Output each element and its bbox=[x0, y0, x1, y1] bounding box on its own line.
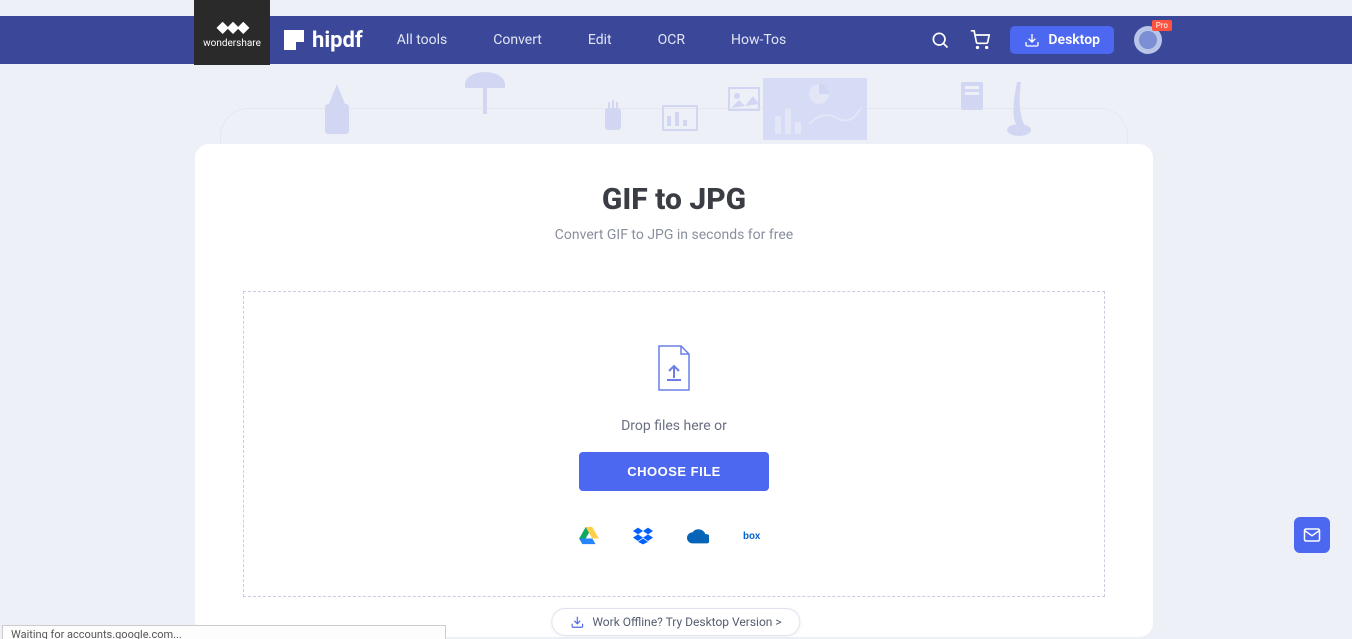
search-icon[interactable] bbox=[930, 30, 950, 50]
hipdf-mark-icon bbox=[284, 30, 304, 50]
offline-cta-pill[interactable]: Work Offline? Try Desktop Version > bbox=[551, 608, 800, 636]
nav-ocr[interactable]: OCR bbox=[658, 32, 685, 48]
pro-badge: Pro bbox=[1152, 20, 1172, 31]
wondershare-mark-icon: ◆◆◆ bbox=[217, 17, 248, 36]
nav-convert[interactable]: Convert bbox=[493, 32, 542, 48]
user-avatar[interactable]: Pro bbox=[1134, 26, 1162, 54]
offline-cta-text: Work Offline? Try Desktop Version > bbox=[592, 615, 781, 629]
mail-icon bbox=[1303, 526, 1321, 544]
wondershare-logo[interactable]: ◆◆◆ wondershare bbox=[194, 0, 270, 65]
hipdf-logo[interactable]: hipdf bbox=[284, 28, 363, 53]
dropbox-icon[interactable] bbox=[633, 527, 653, 545]
box-icon[interactable]: box bbox=[743, 529, 769, 543]
choose-file-button[interactable]: CHOOSE FILE bbox=[579, 452, 769, 491]
upload-file-icon bbox=[655, 344, 693, 396]
page-title: GIF to JPG bbox=[243, 182, 1105, 217]
decorative-curve bbox=[220, 108, 1128, 148]
google-drive-icon[interactable] bbox=[579, 527, 599, 545]
onedrive-icon[interactable] bbox=[687, 528, 709, 544]
drop-hint-text: Drop files here or bbox=[621, 418, 727, 434]
nav-howtos[interactable]: How-Tos bbox=[731, 32, 786, 48]
browser-status-bar: Waiting for accounts.google.com... bbox=[2, 625, 446, 639]
nav-all-tools[interactable]: All tools bbox=[397, 32, 447, 48]
feedback-button[interactable] bbox=[1294, 517, 1330, 553]
page-subtitle: Convert GIF to JPG in seconds for free bbox=[243, 227, 1105, 243]
nav-edit[interactable]: Edit bbox=[588, 32, 612, 48]
download-icon bbox=[1024, 32, 1040, 48]
svg-text:box: box bbox=[743, 531, 761, 542]
hipdf-text: hipdf bbox=[312, 28, 363, 53]
wondershare-text: wondershare bbox=[203, 38, 261, 49]
desktop-button[interactable]: Desktop bbox=[1010, 26, 1114, 54]
cart-icon[interactable] bbox=[970, 30, 990, 50]
file-dropzone[interactable]: Drop files here or CHOOSE FILE box bbox=[243, 291, 1105, 597]
desktop-label: Desktop bbox=[1048, 32, 1100, 48]
download-small-icon bbox=[570, 615, 584, 629]
converter-card: GIF to JPG Convert GIF to JPG in seconds… bbox=[195, 144, 1153, 637]
